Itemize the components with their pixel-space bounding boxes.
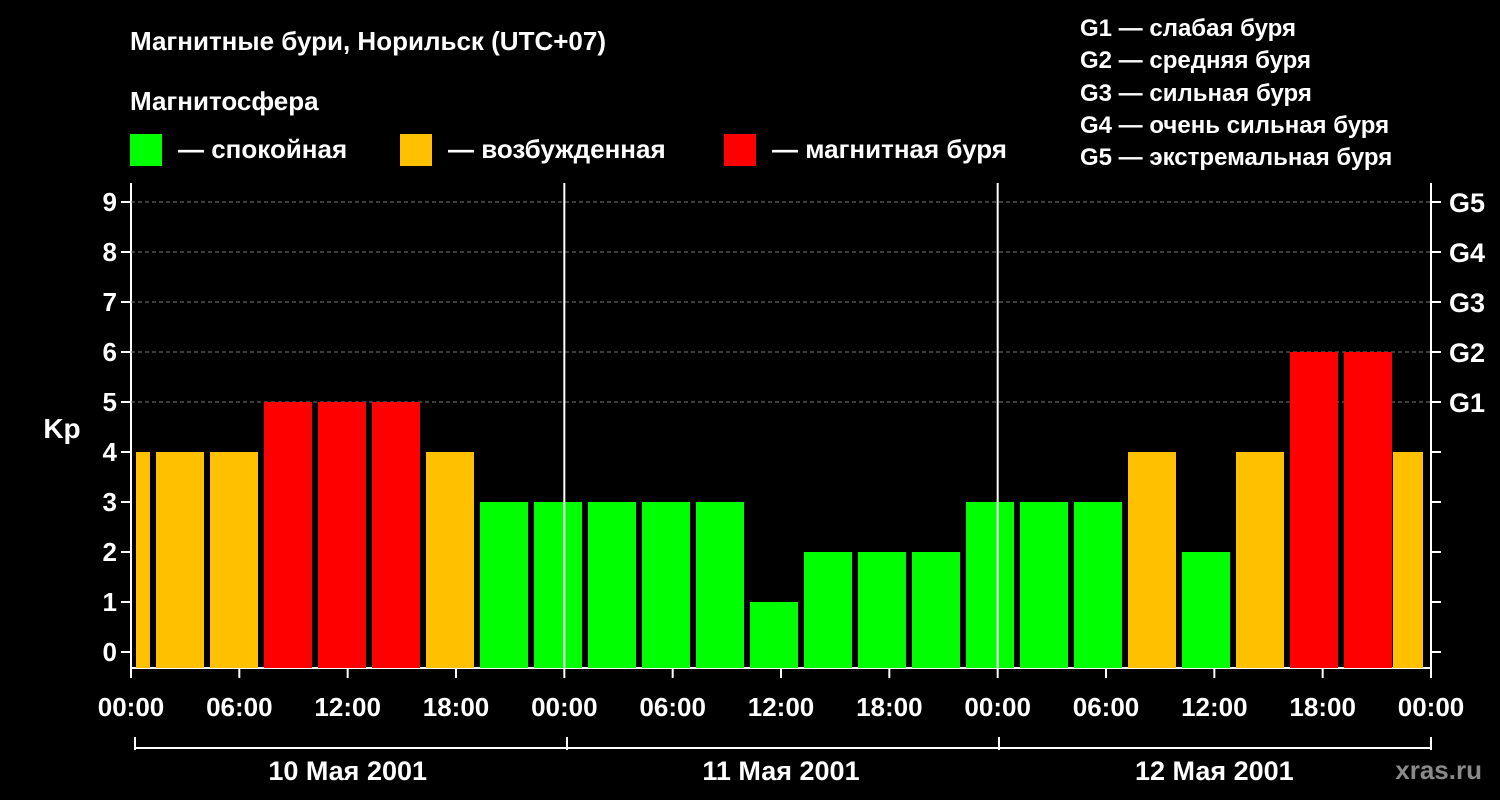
x-tick-label: 06:00 [206,692,273,722]
y-tick-label: 7 [103,287,117,317]
bar [858,552,906,668]
legend-label-storm: — магнитная буря [772,134,1007,164]
bar [588,502,636,668]
y-tick-label: 5 [103,387,117,417]
watermark: xras.ru [1395,755,1482,785]
bar [1236,452,1284,668]
g-tick-label: G2 [1449,338,1485,368]
y-tick-label: 4 [103,437,118,467]
bar [1393,452,1423,668]
chart-title: Магнитные бури, Норильск (UTC+07) [130,26,606,56]
y-tick-label: 3 [103,487,117,517]
bar [696,502,744,668]
bar [1344,352,1392,668]
bar [210,452,258,668]
legend-heading: Магнитосфера [130,86,319,116]
x-tick-label: 06:00 [1073,692,1140,722]
x-tick-label: 12:00 [748,692,815,722]
legend-swatch-quiet [130,134,162,166]
bar [318,402,366,668]
g-tick-label: G5 [1449,188,1485,218]
bar [534,502,582,668]
y-tick-label: 9 [103,187,117,217]
g-scale-legend: G1 — слабая буря G2 — средняя буря G3 — … [1080,15,1392,171]
plot-area: 0 1 2 3 4 5 6 7 8 9 G1 G2 G3 G4 G5 00:00 06:00 12:00 18:00… [98,183,1485,786]
x-tick-label: 12:00 [1181,692,1248,722]
bar [642,502,690,668]
bar [912,552,960,668]
g-scale-item: G5 — экстремальная буря [1080,144,1392,171]
x-tick-label: 00:00 [98,692,165,722]
x-tick-label: 00:00 [1398,692,1465,722]
x-tick-label: 00:00 [531,692,598,722]
bar [1290,352,1338,668]
legend-label-quiet: — спокойная [178,134,347,164]
x-tick-label: 00:00 [964,692,1031,722]
bar [372,402,420,668]
g-tick-label: G3 [1449,288,1485,318]
g-tick-label: G4 [1449,238,1485,268]
g-scale-item: G3 — сильная буря [1080,80,1312,107]
bar [264,402,312,668]
g-tick-label: G1 [1449,388,1485,418]
y-axis-label: Kp [43,413,80,444]
bar [1182,552,1230,668]
legend-swatch-active [400,134,432,166]
bar [156,452,204,668]
day-label: 11 Мая 2001 [702,756,859,786]
bar [804,552,852,668]
legend-label-active: — возбужденная [448,134,666,164]
x-tick-label: 06:00 [639,692,706,722]
day-label: 10 Мая 2001 [268,756,427,786]
y-tick-label: 0 [103,637,117,667]
bar [1128,452,1176,668]
bar [1074,502,1122,668]
bar [480,502,528,668]
bar [966,502,1014,668]
legend-swatch-storm [724,134,756,166]
bar [1020,502,1068,668]
y-tick-label: 1 [103,587,117,617]
y-tick-label: 8 [103,237,117,267]
y-tick-label: 2 [103,537,117,567]
bar [426,452,474,668]
kp-chart: Магнитные бури, Норильск (UTC+07) Магнит… [43,15,1485,786]
g-scale-item: G2 — средняя буря [1080,47,1311,74]
bar [750,602,798,668]
g-scale-item: G1 — слабая буря [1080,15,1296,42]
bar [136,452,150,668]
g-scale-item: G4 — очень сильная буря [1080,112,1389,139]
x-tick-label: 18:00 [856,692,923,722]
x-tick-label: 18:00 [423,692,490,722]
x-tick-label: 18:00 [1289,692,1356,722]
y-tick-label: 6 [103,337,117,367]
day-label: 12 Мая 2001 [1135,756,1294,786]
x-tick-label: 12:00 [314,692,381,722]
